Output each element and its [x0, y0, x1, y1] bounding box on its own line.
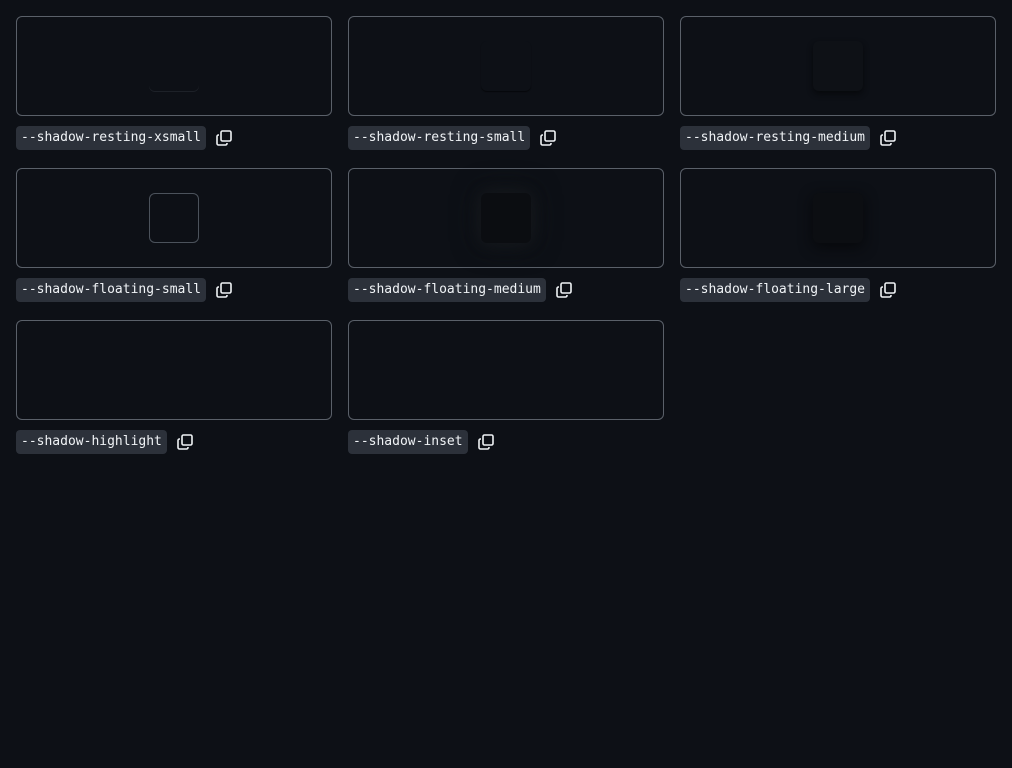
token-card-shadow-resting-medium: --shadow-resting-medium: [680, 16, 996, 150]
copy-button[interactable]: [214, 128, 234, 148]
shadow-sample-resting-small: [481, 41, 531, 91]
token-card-shadow-floating-small: --shadow-floating-small: [16, 168, 332, 302]
copy-button[interactable]: [878, 280, 898, 300]
token-name: --shadow-floating-medium: [348, 278, 546, 302]
shadow-preview-inset: [348, 320, 664, 420]
shadow-sample-resting-xsmall: [149, 41, 199, 91]
copy-icon: [177, 434, 193, 450]
shadow-preview-floating-medium: [348, 168, 664, 268]
token-card-shadow-highlight: --shadow-highlight: [16, 320, 332, 454]
token-name: --shadow-floating-small: [16, 278, 207, 302]
token-label-row: --shadow-inset: [348, 430, 496, 454]
copy-icon: [880, 130, 896, 146]
shadow-sample-floating-medium: [481, 193, 531, 243]
token-label-row: --shadow-resting-medium: [680, 126, 898, 150]
token-name: --shadow-floating-large: [680, 278, 871, 302]
copy-icon: [216, 130, 232, 146]
token-name: --shadow-inset: [348, 430, 468, 454]
copy-button[interactable]: [538, 128, 558, 148]
shadow-preview-resting-medium: [680, 16, 996, 116]
shadow-token-grid: --shadow-resting-xsmall --shadow-resting…: [16, 16, 996, 454]
token-name: --shadow-resting-xsmall: [16, 126, 207, 150]
copy-button[interactable]: [878, 128, 898, 148]
token-card-shadow-resting-xsmall: --shadow-resting-xsmall: [16, 16, 332, 150]
token-label-row: --shadow-resting-xsmall: [16, 126, 234, 150]
copy-button[interactable]: [214, 280, 234, 300]
token-card-shadow-floating-medium: --shadow-floating-medium: [348, 168, 664, 302]
copy-icon: [880, 282, 896, 298]
copy-icon: [216, 282, 232, 298]
token-card-shadow-inset: --shadow-inset: [348, 320, 664, 454]
copy-button[interactable]: [554, 280, 574, 300]
shadow-preview-floating-large: [680, 168, 996, 268]
token-card-shadow-resting-small: --shadow-resting-small: [348, 16, 664, 150]
copy-icon: [556, 282, 572, 298]
copy-button[interactable]: [476, 432, 496, 452]
copy-icon: [477, 434, 494, 450]
token-label-row: --shadow-highlight: [16, 430, 195, 454]
shadow-sample-floating-large: [813, 193, 863, 243]
token-label-row: --shadow-floating-large: [680, 278, 898, 302]
token-label-row: --shadow-resting-small: [348, 126, 558, 150]
token-label-row: --shadow-floating-small: [16, 278, 234, 302]
shadow-preview-highlight: [16, 320, 332, 420]
token-name: --shadow-resting-small: [348, 126, 531, 150]
token-name: --shadow-highlight: [16, 430, 167, 454]
token-card-shadow-floating-large: --shadow-floating-large: [680, 168, 996, 302]
shadow-sample-floating-small: [149, 193, 199, 243]
token-name: --shadow-resting-medium: [680, 126, 871, 150]
shadow-preview-resting-small: [348, 16, 664, 116]
shadow-preview-floating-small: [16, 168, 332, 268]
copy-icon: [540, 130, 556, 146]
shadow-sample-resting-medium: [813, 41, 863, 91]
token-label-row: --shadow-floating-medium: [348, 278, 574, 302]
copy-button[interactable]: [175, 432, 195, 452]
shadow-preview-resting-xsmall: [16, 16, 332, 116]
